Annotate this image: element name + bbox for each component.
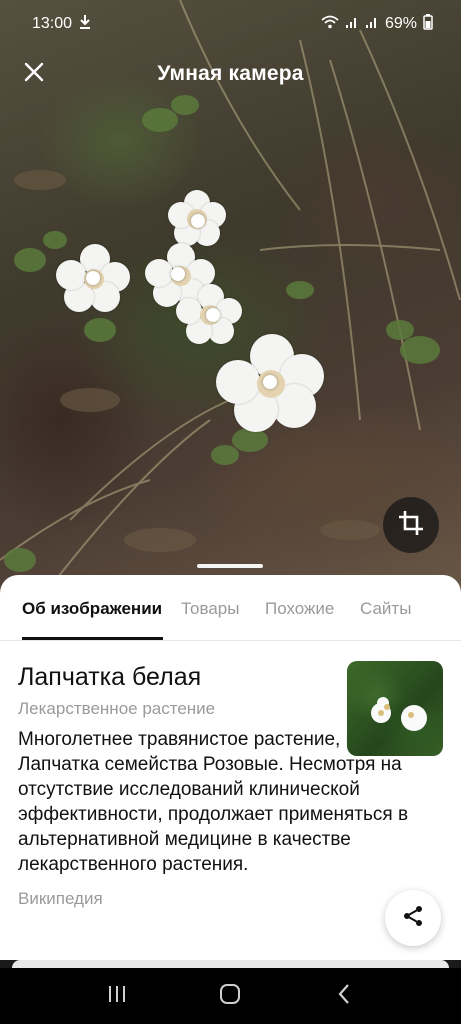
tab-about-image[interactable]: Об изображении xyxy=(22,599,162,619)
sheet-drag-handle[interactable] xyxy=(197,564,263,568)
tab-sites[interactable]: Сайты xyxy=(360,599,411,619)
back-button[interactable] xyxy=(324,976,364,1016)
battery-icon xyxy=(423,13,433,35)
object-hotspot[interactable] xyxy=(263,375,277,389)
home-icon xyxy=(218,982,242,1011)
status-bar: 13:00 69% xyxy=(0,0,461,48)
system-nav-bar xyxy=(0,968,461,1024)
object-hotspot[interactable] xyxy=(191,214,205,228)
active-tab-indicator xyxy=(22,637,163,640)
home-button[interactable] xyxy=(210,976,250,1016)
tab-bar: Об изображении Товары Похожие Сайты xyxy=(0,595,461,641)
tab-products[interactable]: Товары xyxy=(181,599,239,619)
wifi-icon xyxy=(321,15,339,34)
close-button[interactable] xyxy=(18,60,50,88)
object-hotspot[interactable] xyxy=(206,308,220,322)
tab-similar[interactable]: Похожие xyxy=(265,599,334,619)
top-bar: Умная камера xyxy=(0,48,461,100)
recent-apps-icon xyxy=(106,984,128,1009)
share-icon xyxy=(401,904,425,933)
battery-percent: 69% xyxy=(384,15,417,32)
close-icon xyxy=(23,61,45,88)
object-hotspot[interactable] xyxy=(171,267,185,281)
page-title: Умная камера xyxy=(157,62,304,85)
object-hotspot[interactable] xyxy=(86,271,100,285)
recent-apps-button[interactable] xyxy=(97,976,137,1016)
status-time: 13:00 xyxy=(32,15,73,32)
share-button[interactable] xyxy=(385,890,441,946)
crop-icon xyxy=(397,509,425,542)
download-icon xyxy=(78,14,92,35)
signal-icon xyxy=(345,15,359,34)
result-thumbnail[interactable] xyxy=(347,661,443,756)
back-icon xyxy=(336,983,352,1010)
signal-icon xyxy=(365,15,379,34)
result-source-link[interactable]: Википедия xyxy=(18,889,443,909)
crop-button[interactable] xyxy=(383,497,439,553)
